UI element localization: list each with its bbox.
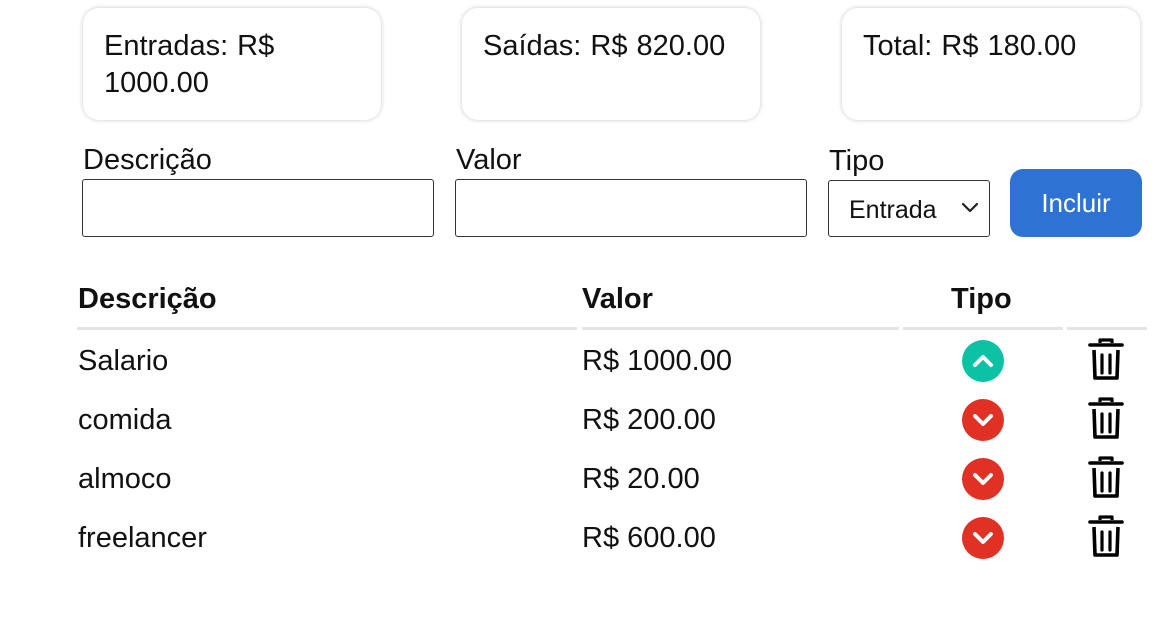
header-divider: [903, 327, 1063, 330]
amount-label: Valor: [456, 144, 522, 176]
trash-icon[interactable]: [1088, 397, 1124, 446]
description-label: Descrição: [83, 144, 212, 176]
entradas-value: Entradas: R$ 1000.00: [104, 30, 275, 99]
summary-card-entradas: Entradas: R$ 1000.00: [83, 8, 381, 120]
row-description: comida: [78, 404, 172, 436]
include-button[interactable]: Incluir: [1010, 169, 1142, 237]
row-description: almoco: [78, 463, 172, 495]
column-header-type: Tipo: [951, 283, 1012, 315]
total-value: Total: R$ 180.00: [863, 30, 1077, 62]
type-select-value: Entrada: [849, 196, 937, 224]
arrow-up-circle-icon: [962, 340, 1004, 382]
table-row: Salario R$ 1000.00: [0, 334, 1172, 393]
table-row: freelancer R$ 600.00: [0, 511, 1172, 570]
row-amount: R$ 200.00: [582, 404, 716, 436]
column-header-description: Descrição: [78, 283, 217, 315]
header-divider: [77, 327, 577, 330]
header-divider: [1067, 327, 1147, 330]
saidas-value: Saídas: R$ 820.00: [483, 30, 726, 62]
column-header-amount: Valor: [582, 283, 653, 315]
type-select[interactable]: Entrada: [828, 180, 990, 237]
row-description: Salario: [78, 345, 169, 377]
description-input[interactable]: [82, 179, 434, 237]
chevron-down-icon: [961, 201, 979, 219]
type-label: Tipo: [829, 145, 885, 177]
arrow-down-circle-icon: [962, 399, 1004, 441]
amount-input[interactable]: [455, 179, 807, 237]
row-amount: R$ 20.00: [582, 463, 700, 495]
row-amount: R$ 600.00: [582, 522, 716, 554]
row-description: freelancer: [78, 522, 207, 554]
header-divider: [582, 327, 899, 330]
summary-card-saidas: Saídas: R$ 820.00: [462, 8, 760, 120]
trash-icon[interactable]: [1088, 456, 1124, 505]
trash-icon[interactable]: [1088, 338, 1124, 387]
arrow-down-circle-icon: [962, 517, 1004, 559]
summary-card-total: Total: R$ 180.00: [842, 8, 1140, 120]
row-amount: R$ 1000.00: [582, 345, 732, 377]
trash-icon[interactable]: [1088, 515, 1124, 564]
arrow-down-circle-icon: [962, 458, 1004, 500]
table-row: almoco R$ 20.00: [0, 452, 1172, 511]
table-row: comida R$ 200.00: [0, 393, 1172, 452]
